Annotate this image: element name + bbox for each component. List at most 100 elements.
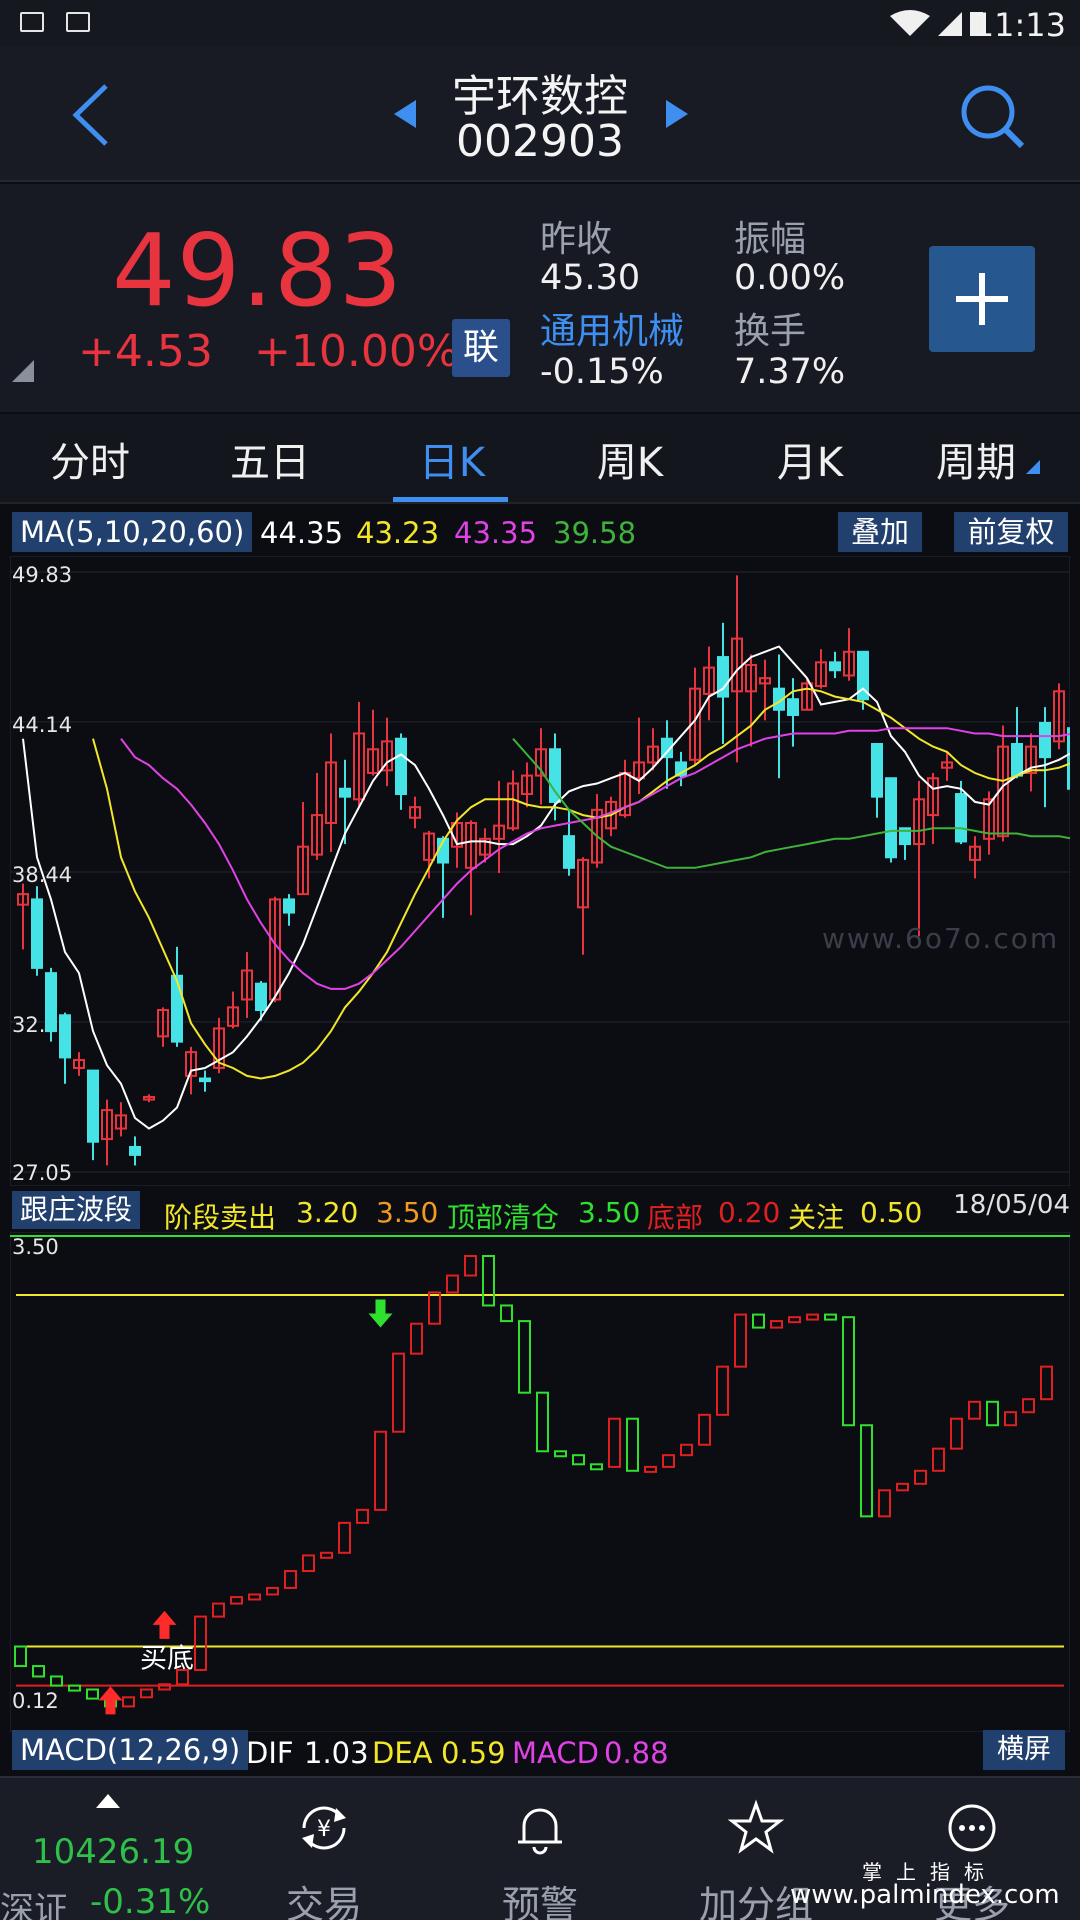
macd-value: 0.88 [604, 1736, 669, 1770]
tab-daily-k[interactable]: 日K [362, 430, 542, 488]
amplitude-value: 0.00% [734, 258, 846, 298]
ma-settings-button[interactable]: MA(5,10,20,60) [12, 512, 253, 552]
next-stock-arrow-icon[interactable] [662, 94, 692, 134]
candle-body [787, 698, 799, 717]
kline-frame [10, 556, 1070, 1186]
kline-axis-label: 27.05 [12, 1161, 72, 1185]
linked-badge[interactable]: 联 [452, 319, 510, 377]
candle-body [955, 793, 967, 843]
candle-body [1067, 727, 1070, 790]
indicator-legend: 跟庄波段 阶段卖出 3.20 3.50 顶部清仓 3.50 底部 0.20 关注… [0, 1186, 1080, 1234]
candle-body [563, 835, 575, 869]
index-change: -0.31% [90, 1882, 211, 1920]
chart-watermark: www.6o7o.com [822, 922, 1060, 955]
candle-body [199, 1077, 211, 1083]
expand-corner-icon[interactable] [12, 360, 34, 382]
status-bar: 11:13 [0, 0, 1080, 46]
trade-yen-icon: ¥ [302, 1806, 346, 1850]
macd-legend: MACD(12,26,9) DIF 1.03 DEA 0.59 MACD 0.8… [0, 1728, 1080, 1772]
status-time: 11:13 [973, 6, 1066, 44]
stage-sell-value-1: 3.20 [296, 1196, 359, 1229]
stage-sell-label: 阶段卖出 [164, 1201, 277, 1234]
kline-axis-label: 49.83 [12, 563, 72, 587]
top-clear-value: 3.50 [578, 1196, 641, 1229]
price-change-percent: +10.00% [254, 326, 459, 377]
top-clear-label: 顶部清仓 [447, 1201, 560, 1234]
dif-value: 1.03 [304, 1736, 369, 1770]
cursor-date: 18/05/04 [953, 1190, 1070, 1220]
ma20-value: 43.35 [454, 516, 538, 550]
amplitude-label: 振幅 [734, 219, 807, 260]
stock-name: 宇环数控 [452, 71, 628, 122]
turnover-label: 换手 [734, 311, 807, 352]
index-ticker[interactable]: 10426.19 深证 -0.31% [0, 1778, 216, 1920]
tab-weekly-k[interactable]: 周K [540, 430, 720, 488]
candle-body [829, 661, 841, 672]
ma60-value: 39.58 [553, 516, 637, 550]
candle-body [45, 972, 57, 1033]
candle-body [255, 982, 267, 1012]
turnover-value: 7.37% [734, 352, 846, 392]
indicator-axis-top: 3.50 [12, 1235, 59, 1259]
candle-body [1011, 742, 1023, 777]
tab-five-day[interactable]: 五日 [180, 430, 360, 488]
star-icon [727, 1799, 785, 1854]
tab-intraday[interactable]: 分时 [0, 430, 180, 488]
price-adjust-button[interactable]: 前复权 [954, 512, 1068, 552]
watch-value: 0.50 [860, 1196, 923, 1229]
tab-period[interactable]: 周期 [886, 430, 1066, 488]
prev-close-value: 45.30 [540, 258, 641, 298]
candle-body [87, 1069, 99, 1143]
bottom-value: 0.20 [718, 1196, 781, 1229]
search-icon[interactable] [956, 82, 1026, 152]
period-dropdown-icon[interactable] [1026, 460, 1040, 474]
candle-body [129, 1145, 141, 1156]
index-name: 深证 [0, 1890, 68, 1920]
site-watermark: www.palmindex.com [790, 1880, 1060, 1910]
landscape-button[interactable]: 横屏 [983, 1730, 1065, 1770]
indicator-axis-bottom: 0.12 [12, 1689, 59, 1713]
add-watchlist-button[interactable] [929, 246, 1035, 352]
macd-settings-button[interactable]: MACD(12,26,9) [12, 1730, 249, 1770]
candle-body [339, 787, 351, 798]
kline-axis-label: 44.14 [12, 713, 72, 737]
gallery-notification-icon [20, 12, 44, 32]
candle-body [31, 898, 43, 969]
candlestick-chart[interactable]: 49.8344.1438.4432.7527.05 [10, 556, 1070, 1186]
candle-body [395, 737, 407, 796]
band-indicator-chart[interactable]: 3.50 0.12 买底 [10, 1232, 1070, 1732]
indicator-settings-button[interactable]: 跟庄波段 [12, 1191, 141, 1229]
candle-body [885, 777, 897, 859]
last-price: 49.83 [112, 212, 404, 329]
candle-body [549, 748, 561, 803]
dif-label: DIF [246, 1736, 294, 1770]
quote-panel: 49.83 +4.53 +10.00% 联 昨收 45.30 通用机械 -0.1… [0, 184, 1080, 412]
stage-sell-value-2: 3.50 [376, 1196, 439, 1229]
font-notification-icon [66, 12, 90, 32]
ma10-value: 43.23 [356, 516, 440, 550]
price-change: +4.53 [78, 326, 213, 377]
candle-body [871, 742, 883, 798]
overlay-button[interactable]: 叠加 [838, 512, 922, 552]
watch-label: 关注 [788, 1201, 845, 1234]
tab-monthly-k[interactable]: 月K [720, 430, 900, 488]
macd-label-text: MACD [512, 1736, 599, 1770]
index-value: 10426.19 [32, 1832, 195, 1872]
prev-close-label: 昨收 [540, 219, 613, 260]
signal-wifi-battery-icon [890, 10, 983, 36]
expand-up-icon [96, 1794, 120, 1808]
industry-link[interactable]: 通用机械 [540, 302, 684, 354]
bottom-label: 底部 [647, 1201, 704, 1234]
candle-body [283, 898, 295, 914]
ma-legend: MA(5,10,20,60) 44.35 43.23 43.35 39.58 叠… [0, 506, 1080, 556]
industry-change: -0.15% [540, 352, 664, 392]
nav-trade[interactable]: ¥ 交易 [216, 1778, 432, 1920]
buy-bottom-signal-label: 买底 [140, 1644, 194, 1675]
candle-body [171, 974, 183, 1043]
nav-alert[interactable]: 预警 [432, 1778, 648, 1920]
dea-label: DEA [372, 1736, 433, 1770]
stock-header: 宇环数控 002903 [0, 46, 1080, 182]
stock-code: 002903 [456, 116, 624, 167]
nav-alert-label: 预警 [501, 1883, 578, 1920]
candle-body [59, 1014, 71, 1059]
